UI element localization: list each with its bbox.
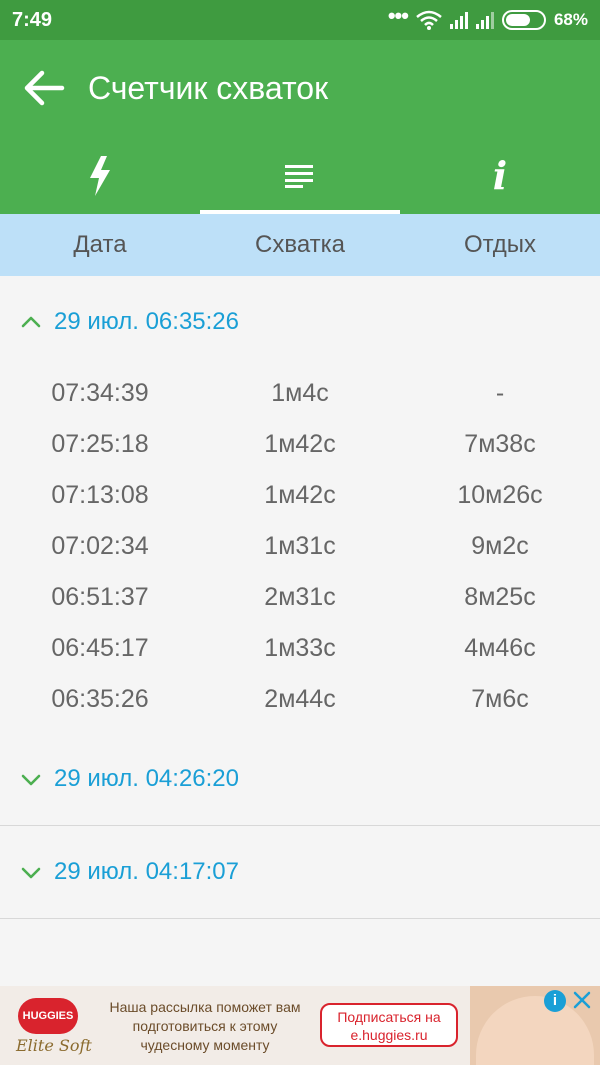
row-rest: 7м38с bbox=[464, 430, 536, 458]
chevron-up-icon bbox=[21, 316, 41, 328]
row-time: 07:02:34 bbox=[51, 532, 149, 560]
tab-bar: i bbox=[0, 138, 600, 214]
row-rest: 9м2с bbox=[471, 532, 529, 560]
row-contraction: 1м31с bbox=[264, 532, 336, 560]
status-time: 7:49 bbox=[12, 9, 53, 31]
row-time: 07:13:08 bbox=[51, 481, 149, 509]
table-row: 06:35:26 2м44с 7м6с bbox=[0, 674, 600, 725]
battery-fill bbox=[505, 14, 531, 26]
chevron-down-icon bbox=[21, 867, 41, 879]
signal-icon bbox=[449, 11, 468, 29]
session-group: 29 июл. 06:35:26 07:34:39 1м4с - 07:25:1… bbox=[0, 276, 600, 733]
lightning-icon bbox=[90, 156, 110, 196]
row-contraction: 2м44с bbox=[264, 685, 336, 713]
row-contraction: 1м4с bbox=[271, 379, 329, 407]
session-header[interactable]: 29 июл. 04:26:20 bbox=[0, 733, 600, 825]
session-rows: 07:34:39 1м4с - 07:25:18 1м42с 7м38с 07:… bbox=[0, 368, 600, 733]
ad-text: Наша рассылка поможет вам подготовиться … bbox=[109, 999, 301, 1053]
row-rest: 8м25с bbox=[464, 583, 536, 611]
row-contraction: 1м33с bbox=[264, 634, 336, 662]
battery-percent: 68% bbox=[553, 10, 588, 29]
table-row: 07:34:39 1м4с - bbox=[0, 368, 600, 419]
table-row: 07:13:08 1м42с 10м26с bbox=[0, 470, 600, 521]
column-header-date: Дата bbox=[73, 231, 127, 258]
row-time: 06:51:37 bbox=[51, 583, 149, 611]
session-header[interactable]: 29 июл. 06:35:26 bbox=[0, 276, 600, 368]
page-title: Счетчик схваток bbox=[88, 70, 329, 106]
close-icon[interactable] bbox=[570, 988, 594, 1012]
row-rest: 10м26с bbox=[457, 481, 543, 509]
battery-icon bbox=[501, 10, 546, 30]
row-contraction: 1м42с bbox=[264, 430, 336, 458]
huggies-logo: HUGGIES Elite Soft bbox=[16, 994, 92, 1060]
session-group: 29 июл. 04:26:20 bbox=[0, 733, 600, 825]
ad-brand: HUGGIES bbox=[18, 998, 78, 1034]
info-icon: i bbox=[492, 153, 508, 198]
ad-banner[interactable]: HUGGIES Elite Soft Наша рассылка поможет… bbox=[0, 986, 600, 1065]
table-row: 06:45:17 1м33с 4м46с bbox=[0, 623, 600, 674]
row-rest: 7м6с bbox=[471, 685, 529, 713]
row-time: 07:34:39 bbox=[51, 379, 149, 407]
row-time: 06:45:17 bbox=[51, 634, 149, 662]
tab-history[interactable] bbox=[200, 138, 400, 214]
row-contraction: 2м31с bbox=[264, 583, 336, 611]
ad-brand-line: Elite Soft bbox=[16, 1036, 92, 1055]
row-time: 06:35:26 bbox=[51, 685, 149, 713]
status-icons: ••• 68% bbox=[388, 3, 588, 32]
list-icon bbox=[285, 165, 313, 188]
wifi-icon bbox=[416, 10, 442, 30]
sessions-list: 29 июл. 06:35:26 07:34:39 1м4с - 07:25:1… bbox=[0, 276, 600, 986]
table-header: Дата Схватка Отдых bbox=[0, 214, 600, 276]
session-header[interactable]: 29 июл. 04:17:07 bbox=[0, 826, 600, 918]
column-header-rest: Отдых bbox=[463, 231, 537, 258]
table-row: 07:25:18 1м42с 7м38с bbox=[0, 419, 600, 470]
chevron-down-icon bbox=[21, 774, 41, 786]
row-contraction: 1м42с bbox=[264, 481, 336, 509]
column-header-contraction: Схватка bbox=[255, 231, 345, 258]
signal-2-icon bbox=[475, 11, 494, 29]
status-bar: 7:49 ••• 68% bbox=[0, 0, 600, 40]
session-group: 29 июл. 04:17:07 bbox=[0, 826, 600, 918]
table-row: 07:02:34 1м31с 9м2с bbox=[0, 521, 600, 572]
back-arrow-icon[interactable] bbox=[22, 66, 66, 110]
tab-info[interactable]: i bbox=[400, 138, 600, 214]
session-date: 29 июл. 04:26:20 bbox=[54, 765, 240, 792]
row-time: 07:25:18 bbox=[51, 430, 149, 458]
app-bar: Счетчик схваток i bbox=[0, 40, 600, 214]
tab-timer[interactable] bbox=[0, 138, 200, 214]
ad-info-icon[interactable]: i bbox=[544, 990, 566, 1012]
session-date: 29 июл. 06:35:26 bbox=[54, 308, 240, 335]
divider bbox=[0, 918, 600, 919]
row-rest: - bbox=[495, 379, 505, 407]
more-dots-icon: ••• bbox=[387, 3, 409, 28]
table-row: 06:51:37 2м31с 8м25с bbox=[0, 572, 600, 623]
session-date: 29 июл. 04:17:07 bbox=[54, 858, 240, 885]
ad-subscribe-button[interactable]: Подписаться на e.huggies.ru bbox=[320, 1003, 458, 1047]
row-rest: 4м46с bbox=[464, 634, 536, 662]
